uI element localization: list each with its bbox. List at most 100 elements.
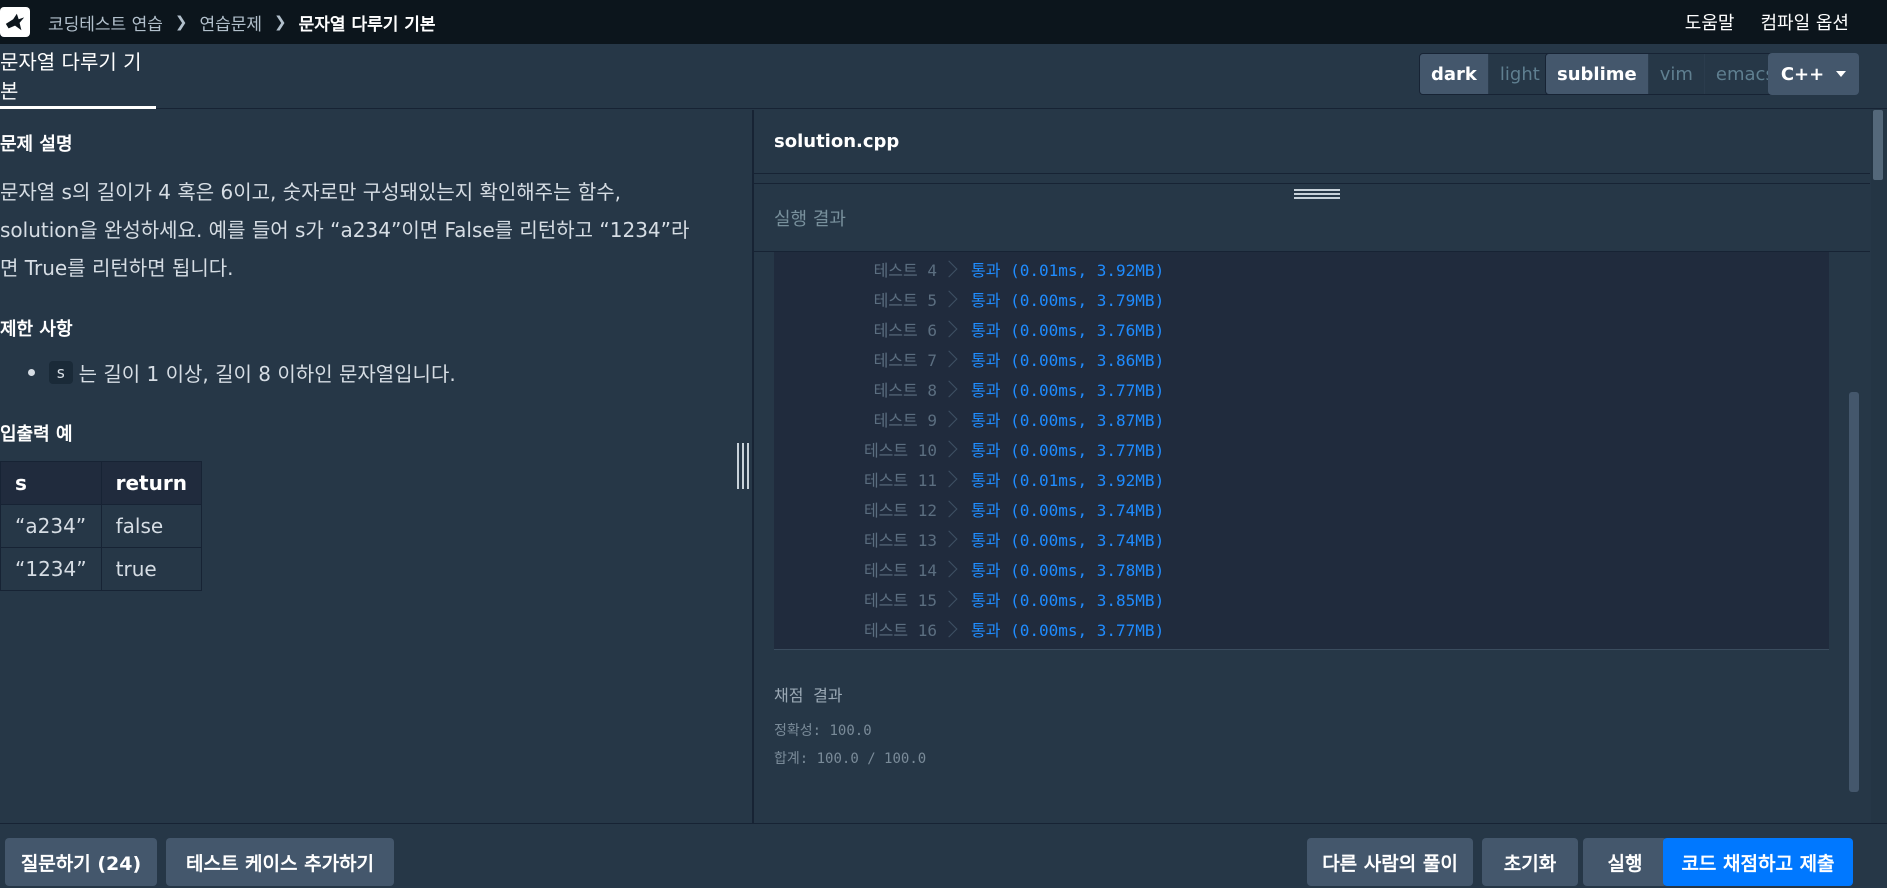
grading-title: 채점 결과 [774, 686, 843, 705]
reset-button[interactable]: 초기화 [1482, 838, 1578, 886]
theme-dark-option[interactable]: dark [1420, 54, 1488, 94]
language-label: C++ [1780, 63, 1825, 85]
action-footer: 질문하기 (24) 테스트 케이스 추가하기 다른 사람의 풀이 초기화 실행 … [0, 823, 1887, 888]
compile-options-link[interactable]: 컴파일 옵션 [1760, 9, 1849, 35]
test-result-row: 테스트 7 통과 (0.00ms, 3.86MB) [774, 344, 1674, 374]
test-results-list: 테스트 4 통과 (0.01ms, 3.92MB) 테스트 5 통과 (0.00ms,… [774, 252, 1829, 650]
test-result: 통과 (0.00ms, 3.78MB) [971, 561, 1165, 580]
test-result: 통과 (0.00ms, 3.85MB) [971, 591, 1165, 610]
run-button[interactable]: 실행 [1583, 838, 1667, 886]
grading-accuracy: 정확성: 100.0 [774, 723, 872, 739]
breadcrumb-coding-test[interactable]: 코딩테스트 연습 [48, 10, 163, 35]
test-result: 통과 (0.00ms, 3.77MB) [971, 381, 1165, 400]
test-result: 통과 (0.00ms, 3.86MB) [971, 351, 1165, 370]
others-solutions-button[interactable]: 다른 사람의 풀이 [1307, 838, 1473, 886]
test-result: 통과 (0.00ms, 3.74MB) [971, 531, 1165, 550]
chevron-right-icon [940, 320, 958, 338]
problem-panel: 문제 설명 문자열 s의 길이가 4 혹은 6이고, 숫자로만 구성돼있는지 확… [0, 110, 752, 823]
test-label: 테스트 11 [863, 471, 937, 490]
constraint-item: s 는 길이 1 이상, 길이 8 이하인 문자열입니다. [28, 358, 456, 387]
test-result-row: 테스트 8 통과 (0.00ms, 3.77MB) [774, 374, 1674, 404]
table-cell: false [100, 504, 202, 548]
breadcrumb-current: 문자열 다루기 기본 [298, 14, 436, 35]
table-row: “1234” true [0, 547, 202, 591]
keymap-vim-option[interactable]: vim [1647, 54, 1704, 94]
chevron-right-icon [940, 350, 958, 368]
theme-light-option[interactable]: light [1487, 54, 1551, 94]
table-cell: true [100, 547, 202, 591]
table-header: s [0, 461, 102, 505]
test-result: 통과 (0.00ms, 3.87MB) [971, 411, 1165, 430]
logo-icon[interactable] [0, 7, 30, 37]
code-editor[interactable] [754, 174, 1870, 184]
test-label: 테스트 7 [873, 351, 937, 370]
chevron-right-icon [940, 620, 958, 638]
test-result: 통과 (0.00ms, 3.79MB) [971, 291, 1165, 310]
test-result-row: 테스트 9 통과 (0.00ms, 3.87MB) [774, 404, 1674, 434]
test-result-row: 테스트 16 통과 (0.00ms, 3.77MB) [774, 614, 1674, 644]
chevron-right-icon: ❯ [274, 13, 287, 31]
chevron-right-icon [940, 530, 958, 548]
test-label: 테스트 13 [863, 531, 937, 550]
test-result-row: 테스트 13 통과 (0.00ms, 3.74MB) [774, 524, 1674, 554]
test-result-row: 테스트 10 통과 (0.00ms, 3.77MB) [774, 434, 1674, 464]
io-example-table: s return “a234” false “1234” true [0, 461, 202, 591]
help-link[interactable]: 도움말 [1685, 9, 1735, 35]
table-cell: “a234” [0, 504, 102, 548]
page-scrollbar-thumb[interactable] [1873, 110, 1883, 180]
constraint-text: 는 길이 1 이상, 길이 8 이하인 문자열입니다. [78, 362, 456, 386]
test-result: 통과 (0.00ms, 3.74MB) [971, 501, 1165, 520]
problem-header: 문자열 다루기 기본 dark light sublime vim emacs … [0, 44, 1887, 109]
test-result-row: 테스트 11 통과 (0.01ms, 3.92MB) [774, 464, 1674, 494]
grading-result: 채점 결과 정확성: 100.0 합계: 100.0 / 100.0 [774, 682, 926, 768]
ask-question-button[interactable]: 질문하기 (24) [5, 838, 157, 886]
chevron-right-icon [940, 470, 958, 488]
test-result-row: 테스트 4 통과 (0.01ms, 3.92MB) [774, 254, 1674, 284]
test-result: 통과 (0.00ms, 3.77MB) [971, 621, 1165, 640]
table-cell: “1234” [0, 547, 102, 591]
theme-toggle: dark light [1419, 53, 1552, 95]
test-label: 테스트 8 [873, 381, 937, 400]
test-label: 테스트 5 [873, 291, 937, 310]
editor-panel: solution.cpp 실행 결과 테스트 4 통과 (0.01ms, 3.92… [754, 110, 1887, 823]
test-label: 테스트 4 [873, 261, 937, 280]
chevron-right-icon [940, 410, 958, 428]
test-result: 통과 (0.00ms, 3.77MB) [971, 441, 1165, 460]
test-result-row: 테스트 15 통과 (0.00ms, 3.85MB) [774, 584, 1674, 614]
test-result: 통과 (0.00ms, 3.76MB) [971, 321, 1165, 340]
breadcrumb-practice[interactable]: 연습문제 [199, 10, 262, 35]
chevron-right-icon: ❯ [174, 13, 188, 31]
test-result: 통과 (0.01ms, 3.92MB) [971, 471, 1165, 490]
page-scrollbar-track[interactable] [1871, 110, 1887, 823]
constraints-title: 제한 사항 [0, 319, 73, 340]
test-label: 테스트 12 [863, 501, 937, 520]
submit-button[interactable]: 코드 채점하고 제출 [1663, 838, 1853, 886]
test-label: 테스트 15 [863, 591, 937, 610]
test-label: 테스트 16 [863, 621, 937, 640]
grading-total: 합계: 100.0 / 100.0 [774, 751, 927, 767]
inline-code: s [49, 361, 73, 384]
result-scrollbar[interactable] [1849, 392, 1859, 792]
chevron-right-icon [940, 590, 958, 608]
test-label: 테스트 10 [863, 441, 937, 460]
chevron-right-icon [940, 560, 958, 578]
test-label: 테스트 6 [873, 321, 937, 340]
test-result: 통과 (0.01ms, 3.92MB) [971, 261, 1165, 280]
chevron-right-icon [940, 440, 958, 458]
keymap-sublime-option[interactable]: sublime [1546, 54, 1648, 94]
keymap-toggle: sublime vim emacs [1545, 53, 1787, 95]
tab-problem[interactable]: 문자열 다루기 기본 [0, 44, 156, 109]
editor-filename: solution.cpp [754, 110, 1870, 174]
test-label: 테스트 9 [873, 411, 937, 430]
io-title: 입출력 예 [0, 424, 73, 445]
vertical-resize-handle[interactable] [737, 443, 751, 489]
top-navbar: 코딩테스트 연습 ❯ 연습문제 ❯ 문자열 다루기 기본 도움말 컴파일 옵션 [0, 0, 1887, 44]
add-testcase-button[interactable]: 테스트 케이스 추가하기 [166, 838, 394, 886]
test-label: 테스트 14 [863, 561, 937, 580]
test-result-row: 테스트 5 통과 (0.00ms, 3.79MB) [774, 284, 1674, 314]
table-header-row: s return [0, 461, 202, 505]
test-result-row: 테스트 6 통과 (0.00ms, 3.76MB) [774, 314, 1674, 344]
chevron-right-icon [940, 290, 958, 308]
language-select[interactable]: C++ [1768, 53, 1859, 95]
table-header: return [100, 461, 202, 505]
